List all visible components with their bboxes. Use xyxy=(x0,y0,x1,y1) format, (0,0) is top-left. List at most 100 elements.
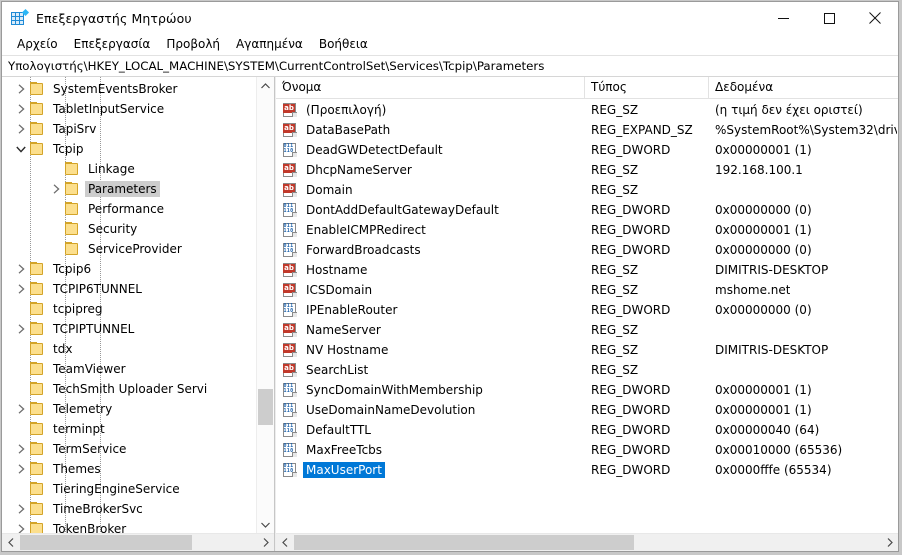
tree-scroll-down-icon[interactable] xyxy=(257,516,274,533)
menu-item-file[interactable]: Αρχείο xyxy=(9,35,66,54)
chevron-right-icon[interactable] xyxy=(13,259,29,279)
chevron-right-icon[interactable] xyxy=(13,119,29,139)
tree-item[interactable]: Parameters xyxy=(2,179,256,199)
chevron-right-icon[interactable] xyxy=(13,319,29,339)
tree-item[interactable]: terminpt xyxy=(2,419,256,439)
value-name: ForwardBroadcasts xyxy=(306,243,421,257)
chevron-down-icon[interactable] xyxy=(13,139,29,159)
tree-scroll-track[interactable] xyxy=(257,94,274,516)
tree-hscroll-thumb[interactable] xyxy=(20,535,192,550)
value-data: 0x00010000 (65536) xyxy=(715,443,843,457)
value-row[interactable]: 011 110 DefaultTTL REG_DWORD 0x00000040 (64) xyxy=(276,420,898,440)
tree-item[interactable]: Tcpip xyxy=(2,139,256,159)
maximize-button[interactable] xyxy=(806,2,852,34)
menu-item-edit[interactable]: Επεξεργασία xyxy=(66,35,159,54)
folder-icon xyxy=(29,481,45,497)
value-row[interactable]: 011 110 ForwardBroadcasts REG_DWORD 0x000000… xyxy=(276,240,898,260)
value-row[interactable]: ab Hostname REG_SZ DIMITRIS-DESKTOP xyxy=(276,260,898,280)
values-hscroll-thumb[interactable] xyxy=(294,535,634,550)
value-row[interactable]: ab Domain REG_SZ xyxy=(276,180,898,200)
tree-item[interactable]: Performance xyxy=(2,199,256,219)
tree-hscroll-track[interactable] xyxy=(19,534,257,551)
close-button[interactable] xyxy=(852,2,898,34)
registry-tree-pane: SystemEventsBroker TabletInputService Tapi… xyxy=(2,77,275,551)
folder-icon xyxy=(29,101,45,117)
value-row[interactable]: 011 110 DeadGWDetectDefault REG_DWORD 0x0000… xyxy=(276,140,898,160)
chevron-right-icon[interactable] xyxy=(13,279,29,299)
dword-value-icon: 011 110 xyxy=(282,442,298,458)
column-header-name[interactable]: Όνομα xyxy=(276,77,584,98)
address-bar[interactable]: Υπολογιστής\HKEY_LOCAL_MACHINE\SYSTEM\Cu… xyxy=(2,55,898,77)
value-type: REG_DWORD xyxy=(591,203,671,217)
values-hscroll-track[interactable] xyxy=(293,534,881,551)
value-row[interactable]: ab DhcpNameServer REG_SZ 192.168.100.1 xyxy=(276,160,898,180)
tree-item[interactable]: SystemEventsBroker xyxy=(2,79,256,99)
tree-item[interactable]: TCPIPTUNNEL xyxy=(2,319,256,339)
value-type: REG_DWORD xyxy=(591,443,671,457)
value-row[interactable]: ab ICSDomain REG_SZ mshome.net xyxy=(276,280,898,300)
value-row[interactable]: 011 110 MaxUserPort REG_DWORD 0x0000fffe (65… xyxy=(276,460,898,480)
value-row[interactable]: 011 110 IPEnableRouter REG_DWORD 0x00000000 … xyxy=(276,300,898,320)
tree-scroll-thumb[interactable] xyxy=(258,389,273,425)
value-row[interactable]: 011 110 DontAddDefaultGatewayDefault REG_DW… xyxy=(276,200,898,220)
chevron-right-icon[interactable] xyxy=(13,439,29,459)
value-row[interactable]: ab SearchList REG_SZ xyxy=(276,360,898,380)
tree-item[interactable]: Themes xyxy=(2,459,256,479)
chevron-right-icon[interactable] xyxy=(13,499,29,519)
value-row[interactable]: ab DataBasePath REG_EXPAND_SZ %SystemRoot%\… xyxy=(276,120,898,140)
tree-item[interactable]: Tcpip6 xyxy=(2,259,256,279)
tree-item[interactable]: tdx xyxy=(2,339,256,359)
tree-item[interactable]: TimeBrokerSvc xyxy=(2,499,256,519)
value-name: NV Hostname xyxy=(306,343,389,357)
value-row[interactable]: ab NV Hostname REG_SZ DIMITRIS-DESKTOP xyxy=(276,340,898,360)
values-hscroll-right-icon[interactable] xyxy=(881,534,898,551)
registry-tree[interactable]: SystemEventsBroker TabletInputService Tapi… xyxy=(2,77,256,533)
tree-item[interactable]: TechSmith Uploader Servi xyxy=(2,379,256,399)
menu-item-favorites[interactable]: Αγαπημένα xyxy=(228,35,311,54)
tree-item[interactable]: tcpipreg xyxy=(2,299,256,319)
tree-item[interactable]: TermService xyxy=(2,439,256,459)
dword-value-icon: 011 110 xyxy=(282,302,298,318)
tree-hscroll-left-icon[interactable] xyxy=(2,534,19,551)
values-header-row: Όνομα Τύπος Δεδομένα xyxy=(276,77,898,99)
chevron-right-icon[interactable] xyxy=(13,79,29,99)
value-row[interactable]: ab NameServer REG_SZ xyxy=(276,320,898,340)
values-list[interactable]: ab (Προεπιλογή) REG_SZ (η τιμή δεν έχει ορι… xyxy=(276,99,898,533)
tree-item[interactable]: TeamViewer xyxy=(2,359,256,379)
values-hscroll-left-icon[interactable] xyxy=(276,534,293,551)
column-header-type[interactable]: Τύπος xyxy=(584,77,708,98)
value-row[interactable]: 011 110 SyncDomainWithMembership REG_DWORD 0… xyxy=(276,380,898,400)
chevron-right-icon[interactable] xyxy=(13,99,29,119)
tree-item[interactable]: TCPIP6TUNNEL xyxy=(2,279,256,299)
tree-item[interactable]: TieringEngineService xyxy=(2,479,256,499)
tree-item-spacer xyxy=(13,359,29,379)
folder-icon xyxy=(29,261,45,277)
chevron-right-icon[interactable] xyxy=(13,399,29,419)
tree-vertical-scrollbar[interactable] xyxy=(256,77,274,533)
tree-item[interactable]: ServiceProvider xyxy=(2,239,256,259)
chevron-right-icon[interactable] xyxy=(13,519,29,533)
values-horizontal-scrollbar[interactable] xyxy=(276,533,898,551)
column-header-data[interactable]: Δεδομένα xyxy=(708,77,898,98)
tree-item[interactable]: TapiSrv xyxy=(2,119,256,139)
value-row[interactable]: 011 110 MaxFreeTcbs REG_DWORD 0x00010000 (65… xyxy=(276,440,898,460)
tree-item[interactable]: Security xyxy=(2,219,256,239)
value-row[interactable]: ab (Προεπιλογή) REG_SZ (η τιμή δεν έχει ορι… xyxy=(276,100,898,120)
tree-hscroll-right-icon[interactable] xyxy=(257,534,274,551)
tree-item[interactable]: TabletInputService xyxy=(2,99,256,119)
value-name: NameServer xyxy=(306,323,381,337)
menu-item-help[interactable]: Βοήθεια xyxy=(311,35,376,54)
tree-item[interactable]: Linkage xyxy=(2,159,256,179)
tree-scroll-up-icon[interactable] xyxy=(257,77,274,94)
value-row[interactable]: 011 110 UseDomainNameDevolution REG_DWORD 0x… xyxy=(276,400,898,420)
value-type: REG_SZ xyxy=(591,343,639,357)
tree-horizontal-scrollbar[interactable] xyxy=(2,533,274,551)
chevron-right-icon[interactable] xyxy=(48,179,64,199)
chevron-right-icon[interactable] xyxy=(13,459,29,479)
tree-item[interactable]: TokenBroker xyxy=(2,519,256,533)
value-type: REG_SZ xyxy=(591,183,639,197)
minimize-button[interactable] xyxy=(760,2,806,34)
tree-item[interactable]: Telemetry xyxy=(2,399,256,419)
menu-item-view[interactable]: Προβολή xyxy=(158,35,228,54)
value-row[interactable]: 011 110 EnableICMPRedirect REG_DWORD 0x00000… xyxy=(276,220,898,240)
